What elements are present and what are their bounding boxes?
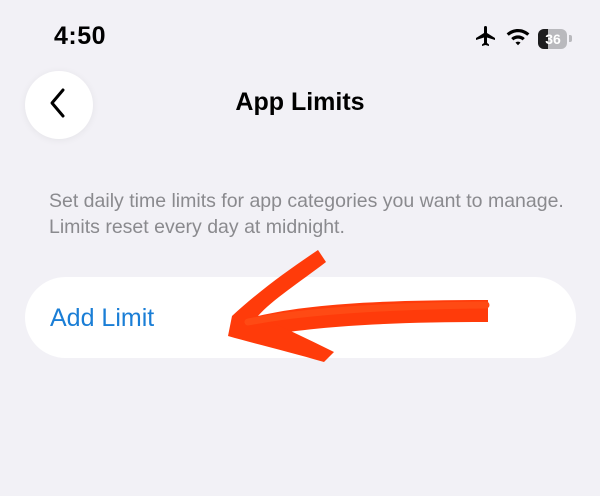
- add-limit-button[interactable]: Add Limit: [25, 277, 576, 358]
- status-time: 4:50: [54, 22, 107, 50]
- description-text: Set daily time limits for app categories…: [49, 190, 564, 238]
- status-icons: 36: [474, 24, 572, 53]
- annotation-arrow: [228, 250, 490, 362]
- add-limit-label: Add Limit: [50, 304, 155, 332]
- battery-level: 36: [545, 30, 561, 47]
- airplane-icon: [474, 24, 498, 53]
- battery-body: 36: [538, 28, 568, 49]
- page-title: App Limits: [235, 88, 365, 116]
- wifi-icon: [506, 26, 530, 51]
- battery-nub: [569, 35, 572, 42]
- battery-icon: 36: [538, 28, 572, 50]
- status-bar: 4:50 36: [0, 0, 600, 70]
